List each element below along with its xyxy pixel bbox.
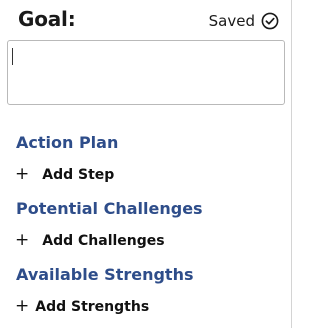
plus-icon: +: [15, 230, 30, 250]
save-status: Saved: [209, 12, 279, 30]
plus-icon: +: [15, 296, 30, 316]
plus-icon: +: [15, 164, 30, 184]
add-challenges-label: Add Challenges: [42, 232, 165, 249]
check-circle-icon: [261, 12, 279, 30]
goal-title: Goal:: [18, 7, 76, 31]
save-status-label: Saved: [208, 12, 255, 30]
section-title-potential-challenges: Potential Challenges: [16, 199, 203, 218]
add-strengths-label: Add Strengths: [35, 298, 150, 315]
add-strengths-button[interactable]: + Add Strengths: [15, 298, 149, 315]
add-challenges-button[interactable]: + Add Challenges: [15, 232, 165, 249]
section-title-available-strengths: Available Strengths: [16, 265, 194, 284]
add-step-button[interactable]: + Add Step: [15, 166, 114, 183]
goal-panel: Goal: Saved Action Plan + Add Step Poten…: [0, 0, 292, 328]
text-caret: [12, 48, 13, 65]
add-step-label: Add Step: [42, 166, 115, 183]
goal-input[interactable]: [7, 40, 285, 105]
section-title-action-plan: Action Plan: [16, 133, 119, 152]
